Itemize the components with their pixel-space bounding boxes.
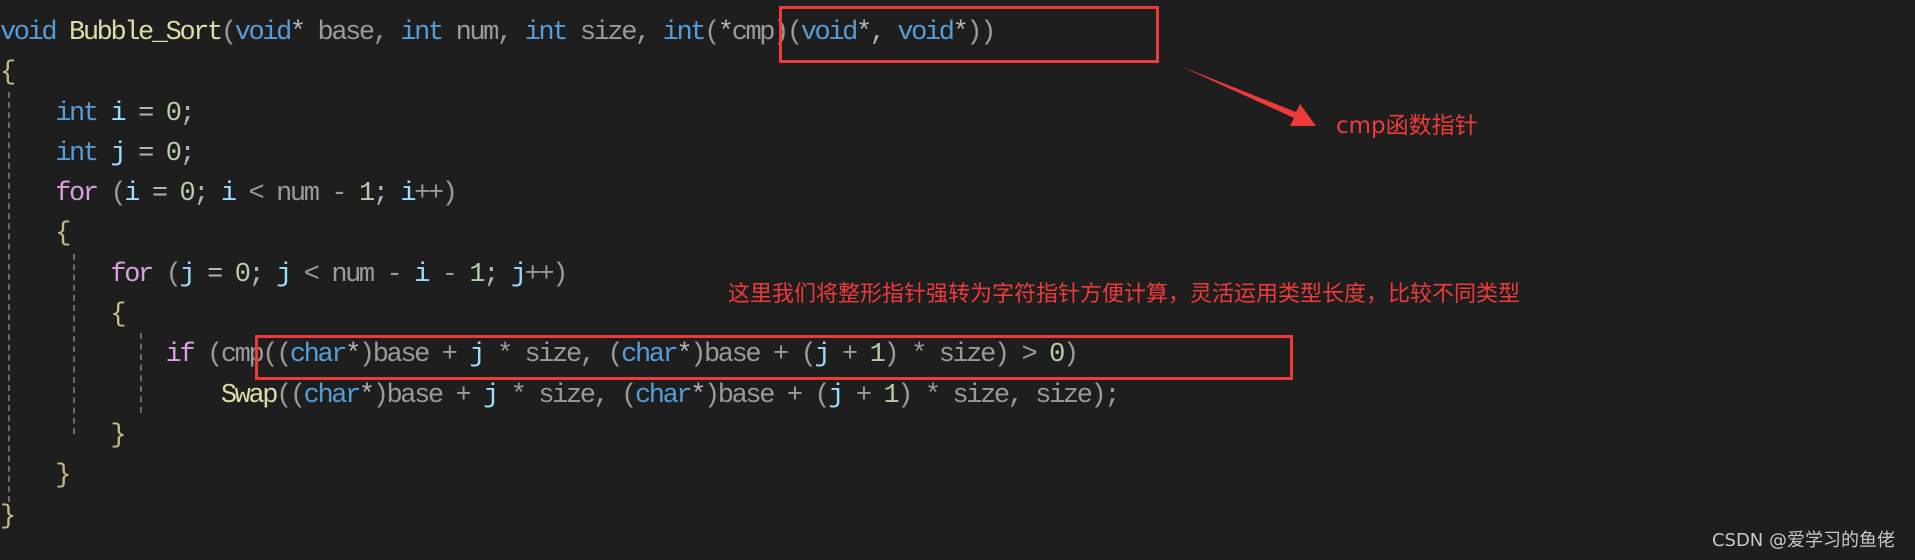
char-cast-note: 这里我们将整形指针强转为字符指针方便计算，灵活运用类型长度，比较不同类型 [728, 282, 1521, 307]
arrow-shape [1180, 66, 1316, 126]
cmp-pointer-note: cmp函数指针 [1336, 113, 1478, 139]
csdn-watermark: CSDN @爱学习的鱼佬 [1711, 530, 1895, 551]
